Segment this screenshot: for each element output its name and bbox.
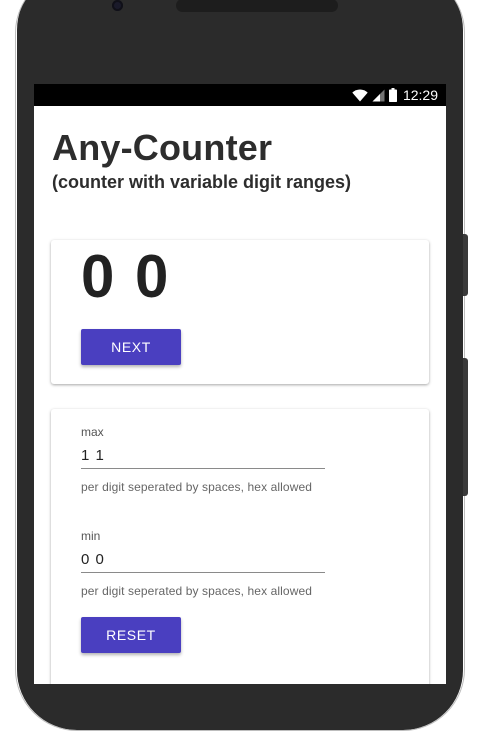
max-input[interactable] <box>81 442 325 469</box>
counter-card: 0 0 NEXT <box>51 240 429 384</box>
status-time: 12:29 <box>402 87 438 103</box>
app-subtitle: (counter with variable digit ranges) <box>52 172 352 192</box>
earpiece-speaker <box>176 0 338 12</box>
max-field-helper: per digit seperated by spaces, hex allow… <box>81 480 313 494</box>
range-settings-card: max per digit seperated by spaces, hex a… <box>51 409 429 684</box>
volume-button <box>463 234 468 296</box>
reset-button[interactable]: RESET <box>81 617 181 653</box>
signal-icon <box>372 89 385 101</box>
power-button <box>463 358 468 496</box>
front-camera <box>112 0 123 11</box>
min-input[interactable] <box>81 546 325 573</box>
min-field-label: min <box>81 529 101 543</box>
wifi-icon <box>352 88 368 101</box>
min-field-helper: per digit seperated by spaces, hex allow… <box>81 584 313 598</box>
battery-icon <box>388 88 397 102</box>
next-button[interactable]: NEXT <box>81 329 181 365</box>
status-bar: 12:29 <box>34 84 446 106</box>
counter-display: 0 0 <box>81 243 171 310</box>
app-title: Any-Counter <box>52 127 273 168</box>
status-icons: 12:29 <box>352 84 438 106</box>
max-field-label: max <box>81 425 104 439</box>
app-screen: 12:29 Any-Counter (counter with variable… <box>34 84 446 684</box>
